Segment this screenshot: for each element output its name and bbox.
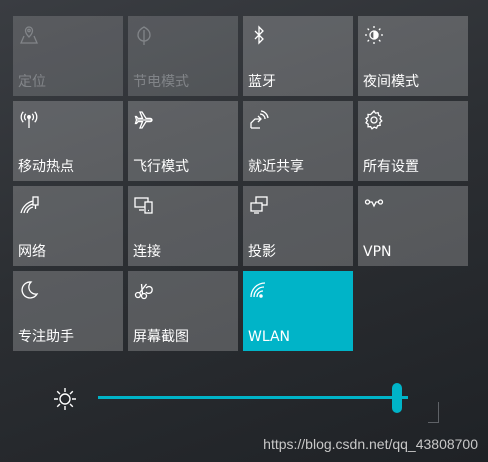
nearby-share-icon bbox=[248, 109, 270, 131]
connect-icon bbox=[133, 194, 155, 216]
tile-label: 蓝牙 bbox=[248, 74, 276, 90]
tile-nearby-share[interactable]: 就近共享 bbox=[243, 101, 353, 181]
tile-all-settings[interactable]: 所有设置 bbox=[358, 101, 468, 181]
tile-label: 节电模式 bbox=[133, 74, 189, 90]
brightness-slider-thumb[interactable] bbox=[392, 383, 402, 413]
quick-actions-grid: 定位 节电模式 蓝牙 夜间模式 移动热点 飞行模式 就近共享 所有设置 网络 连… bbox=[13, 16, 469, 351]
battery-saver-icon bbox=[133, 24, 155, 46]
bluetooth-icon bbox=[248, 24, 270, 46]
tile-label: 网络 bbox=[18, 244, 46, 260]
brightness-icon bbox=[52, 386, 78, 412]
panel-corner bbox=[428, 402, 439, 423]
watermark: https://blog.csdn.net/qq_43808700 bbox=[263, 436, 478, 452]
tile-wlan[interactable]: WLAN bbox=[243, 271, 353, 351]
tile-label: VPN bbox=[363, 244, 392, 260]
tile-connect[interactable]: 连接 bbox=[128, 186, 238, 266]
tile-night-light[interactable]: 夜间模式 bbox=[358, 16, 468, 96]
tile-label: 屏幕截图 bbox=[133, 329, 189, 345]
tile-label: 定位 bbox=[18, 74, 46, 90]
tile-mobile-hotspot[interactable]: 移动热点 bbox=[13, 101, 123, 181]
tile-label: 飞行模式 bbox=[133, 159, 189, 175]
tile-label: 投影 bbox=[248, 244, 276, 260]
tile-label: WLAN bbox=[248, 329, 291, 345]
tile-battery-saver[interactable]: 节电模式 bbox=[128, 16, 238, 96]
wifi-icon bbox=[248, 279, 270, 301]
screen-snip-icon bbox=[133, 279, 155, 301]
location-icon bbox=[18, 24, 40, 46]
tile-label: 专注助手 bbox=[18, 329, 74, 345]
tile-network[interactable]: 网络 bbox=[13, 186, 123, 266]
tile-bluetooth[interactable]: 蓝牙 bbox=[243, 16, 353, 96]
tile-airplane-mode[interactable]: 飞行模式 bbox=[128, 101, 238, 181]
tile-location[interactable]: 定位 bbox=[13, 16, 123, 96]
tile-focus-assist[interactable]: 专注助手 bbox=[13, 271, 123, 351]
brightness-slider-track[interactable] bbox=[98, 396, 408, 399]
brightness-control bbox=[50, 378, 440, 418]
tile-screen-snip[interactable]: 屏幕截图 bbox=[128, 271, 238, 351]
empty-slot bbox=[358, 271, 468, 351]
tile-label: 移动热点 bbox=[18, 159, 74, 175]
tile-label: 所有设置 bbox=[363, 159, 419, 175]
tile-project[interactable]: 投影 bbox=[243, 186, 353, 266]
mobile-hotspot-icon bbox=[18, 109, 40, 131]
airplane-icon bbox=[133, 109, 155, 131]
network-icon bbox=[18, 194, 40, 216]
project-icon bbox=[248, 194, 270, 216]
night-light-icon bbox=[363, 24, 385, 46]
tile-vpn[interactable]: VPN bbox=[358, 186, 468, 266]
vpn-icon bbox=[363, 194, 385, 216]
tile-label: 连接 bbox=[133, 244, 161, 260]
moon-icon bbox=[18, 279, 40, 301]
tile-label: 就近共享 bbox=[248, 159, 304, 175]
tile-label: 夜间模式 bbox=[363, 74, 419, 90]
gear-icon bbox=[363, 109, 385, 131]
